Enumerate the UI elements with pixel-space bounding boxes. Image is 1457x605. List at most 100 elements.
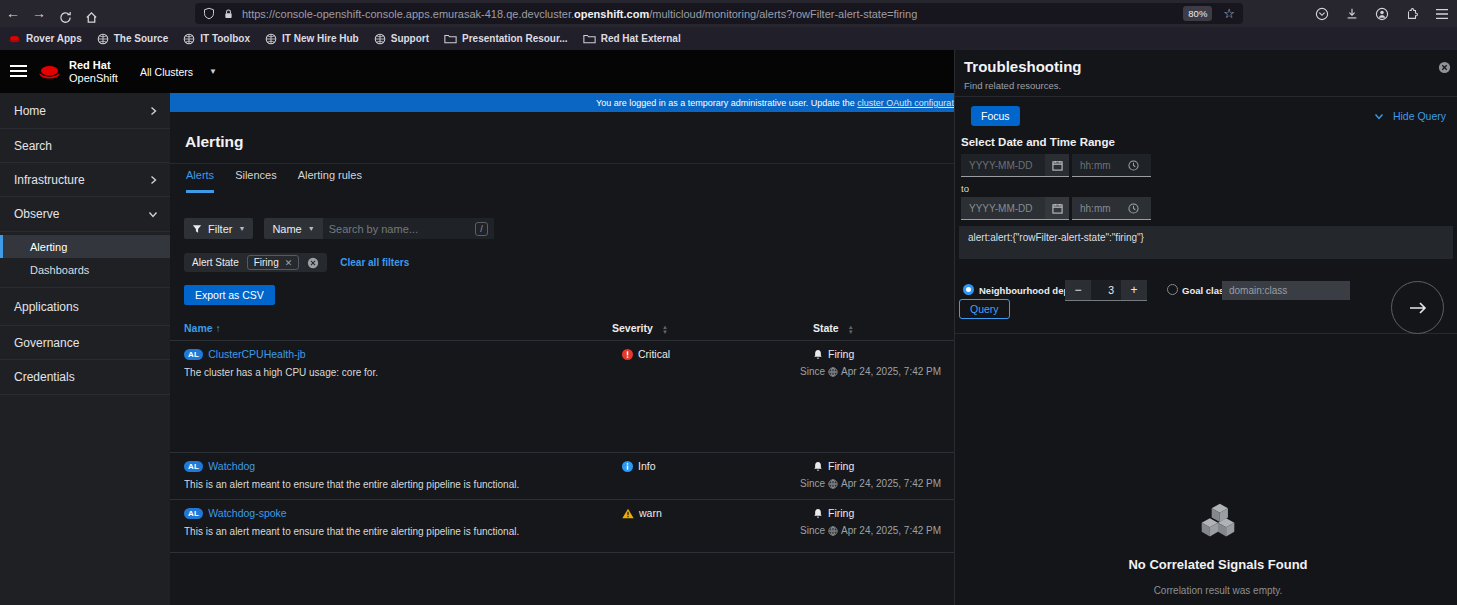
oauth-config-link[interactable]: cluster OAuth configuration	[857, 98, 954, 108]
alerts-table: Name ↑ Severity▲▼ State▲▼ AL ClusterCPUHe…	[170, 322, 954, 553]
name-attribute-dropdown[interactable]: Name▼	[264, 218, 322, 239]
menu-icon[interactable]	[1435, 8, 1449, 20]
globe-icon	[828, 479, 838, 489]
from-time-box[interactable]	[1072, 154, 1151, 177]
sidebar-item-search[interactable]: Search	[0, 129, 170, 163]
bookmark-star-icon[interactable]: ☆	[1223, 6, 1235, 21]
alert-description: This is an alert meant to ensure that th…	[184, 526, 612, 537]
goal-class-radio[interactable]	[1167, 284, 1178, 295]
critical-severity-icon	[622, 349, 633, 360]
lock-icon[interactable]	[223, 8, 234, 20]
bookmark-it-toolbox[interactable]: IT Toolbox	[183, 33, 250, 45]
sidebar-nav: Home Search Infrastructure Observe Alert…	[0, 93, 170, 605]
sidebar-item-dashboards[interactable]: Dashboards	[0, 258, 170, 281]
neighbourhood-depth-radio[interactable]	[963, 284, 974, 295]
alert-name-link[interactable]: Watchdog-spoke	[208, 507, 286, 519]
pocket-icon[interactable]	[1315, 7, 1329, 21]
query-button[interactable]: Query	[959, 299, 1010, 319]
clock-icon	[1128, 203, 1139, 214]
filter-chip-firing[interactable]: Firing✕	[247, 255, 300, 270]
close-panel-icon[interactable]	[1438, 61, 1451, 74]
chevron-down-icon: ▼	[209, 67, 217, 76]
nav-toggle-icon[interactable]	[10, 65, 27, 80]
correlation-query-textarea[interactable]: alert:alert:{"rowFilter-alert-state":"fi…	[959, 226, 1453, 259]
increment-button[interactable]: +	[1121, 280, 1147, 301]
chevron-right-icon	[149, 106, 158, 116]
sidebar-item-governance[interactable]: Governance	[0, 326, 170, 360]
sidebar-item-infrastructure[interactable]: Infrastructure	[0, 163, 170, 197]
tab-alerting-rules[interactable]: Alerting rules	[298, 169, 362, 193]
masthead: Red HatOpenShift All Clusters▼	[0, 50, 954, 93]
redhat-logo-icon	[37, 63, 62, 81]
table-row[interactable]: AL ClusterCPUHealth-jb The cluster has a …	[170, 341, 954, 453]
sidebar-item-home[interactable]: Home	[0, 93, 170, 129]
remove-chip-icon[interactable]: ✕	[285, 258, 293, 268]
filter-dropdown[interactable]: Filter▼	[184, 218, 253, 239]
hide-query-link[interactable]: Hide Query	[1374, 110, 1446, 122]
shield-icon[interactable]	[203, 7, 215, 20]
submit-query-arrow-button[interactable]	[1391, 281, 1444, 334]
column-header-severity[interactable]: Severity▲▼	[612, 322, 800, 340]
empty-state: No Correlated Signals Found Correlation …	[967, 502, 1457, 596]
cubes-icon	[1198, 502, 1238, 540]
bookmark-the-source[interactable]: The Source	[97, 33, 168, 45]
reload-icon[interactable]	[52, 4, 78, 24]
alert-badge: AL	[184, 349, 203, 360]
folder-icon	[444, 33, 457, 44]
tab-silences[interactable]: Silences	[235, 169, 277, 193]
bookmark-support[interactable]: Support	[374, 33, 429, 45]
forward-icon[interactable]: →	[26, 0, 52, 27]
sidebar-item-applications[interactable]: Applications	[0, 288, 170, 326]
column-header-state[interactable]: State▲▼	[800, 322, 940, 340]
alert-name-link[interactable]: Watchdog	[208, 460, 255, 472]
table-row[interactable]: ALWatchdog This is an alert meant to ens…	[170, 453, 954, 500]
extensions-icon[interactable]	[1405, 7, 1419, 21]
main-content: You are logged in as a temporary adminis…	[170, 93, 954, 605]
alerting-tabs: Alerts Silences Alerting rules	[186, 169, 362, 193]
sidebar-item-observe[interactable]: Observe	[0, 197, 170, 232]
calendar-icon[interactable]	[1045, 197, 1069, 220]
to-time-box[interactable]	[1072, 197, 1151, 220]
zoom-level-badge[interactable]: 80%	[1183, 6, 1212, 21]
cluster-selector[interactable]: All Clusters▼	[140, 50, 217, 93]
bookmarks-bar: Rover Apps The Source IT Toolbox IT New …	[0, 27, 1457, 50]
back-icon[interactable]: ←	[0, 0, 26, 27]
from-date-input[interactable]	[961, 154, 1045, 177]
clear-chip-group-icon[interactable]	[307, 257, 319, 269]
table-row[interactable]: ALWatchdog-spoke This is an alert meant …	[170, 500, 954, 553]
bookmark-presentation-resources[interactable]: Presentation Resour...	[444, 33, 568, 44]
sidebar-item-credentials[interactable]: Credentials	[0, 360, 170, 395]
brand-logo: Red HatOpenShift	[37, 59, 118, 84]
tab-alerts[interactable]: Alerts	[186, 169, 214, 193]
bookmark-red-hat-external[interactable]: Red Hat External	[583, 33, 681, 44]
goal-class-input[interactable]	[1222, 281, 1350, 300]
download-icon[interactable]	[1345, 7, 1359, 21]
alert-name-link[interactable]: ClusterCPUHealth-jb	[208, 348, 305, 360]
focus-button[interactable]: Focus	[971, 106, 1020, 126]
url-bar[interactable]: https://console-openshift-console.apps.e…	[195, 3, 1243, 24]
empty-state-title: No Correlated Signals Found	[967, 557, 1457, 572]
search-by-name-input[interactable]: Search by name... /	[323, 218, 494, 239]
home-icon[interactable]	[78, 4, 104, 24]
depth-value[interactable]: 3	[1091, 280, 1121, 301]
clear-all-filters-link[interactable]: Clear all filters	[340, 257, 409, 268]
chevron-right-icon	[149, 175, 158, 185]
chevron-down-icon: ▼	[238, 225, 245, 232]
calendar-icon[interactable]	[1045, 154, 1069, 177]
decrement-button[interactable]: −	[1065, 280, 1091, 301]
alert-description: The cluster has a high CPU usage: core f…	[184, 367, 612, 378]
from-time-input[interactable]	[1072, 160, 1120, 171]
bookmark-it-new-hire-hub[interactable]: IT New Hire Hub	[265, 33, 359, 45]
account-icon[interactable]	[1375, 7, 1389, 21]
redhat-icon	[8, 34, 21, 44]
date-range-label: Select Date and Time Range	[961, 136, 1115, 148]
arrow-right-icon	[1408, 300, 1428, 316]
bookmark-rover-apps[interactable]: Rover Apps	[8, 33, 82, 44]
to-date-input[interactable]	[961, 197, 1045, 220]
column-header-name[interactable]: Name ↑	[184, 322, 612, 340]
sidebar-item-alerting[interactable]: Alerting	[0, 235, 170, 258]
export-csv-button[interactable]: Export as CSV	[184, 285, 275, 305]
page-title: Alerting	[185, 133, 244, 151]
slash-shortcut-hint: /	[475, 222, 488, 236]
to-time-input[interactable]	[1072, 203, 1120, 214]
